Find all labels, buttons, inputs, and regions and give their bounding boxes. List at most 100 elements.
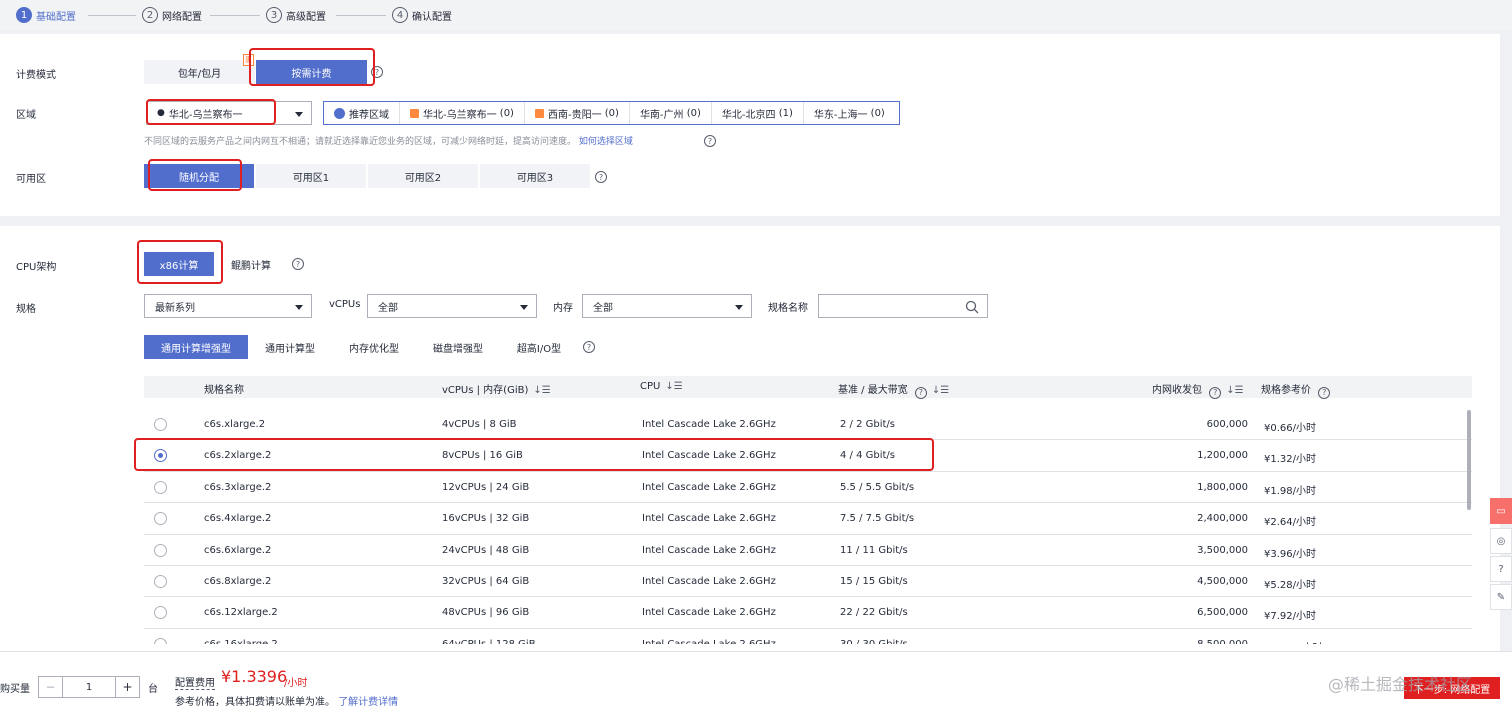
step-label: 基础配置 [36,11,76,23]
row-radio-button[interactable] [154,575,167,588]
col-price: 规格参考价 ? [1261,381,1331,399]
type-general-enhanced-tab[interactable]: 通用计算增强型 [144,335,248,359]
table-row[interactable]: c6s.16xlarge.2 64vCPUs | 128 GiB Intel Cas… [144,628,1472,644]
step-number: 4 [392,7,408,23]
table-row[interactable]: c6s.6xlarge.2 24vCPUs | 48 GiB Intel Casca… [144,534,1472,566]
region-help-link[interactable]: 如何选择区域 [579,137,633,147]
sort-icon: ↓☰ [533,385,551,396]
cpu-cell: Intel Cascade Lake 2.6GHz [642,481,776,493]
row-radio-button[interactable] [154,543,167,557]
region-tip: 不同区域的云服务产品之间内网互不相通；请就近选择靠近您业务的区域，可减少网络时延… [144,137,633,147]
table-row[interactable]: c6s.xlarge.2 4vCPUs | 8 GiB Intel Cascade … [144,409,1472,441]
type-highio-tab[interactable]: 超高I/O型 [506,335,572,359]
price-cell: ¥1.98/小时 [1264,485,1316,497]
step-4[interactable]: 4 确认配置 [392,6,452,24]
spec-name-cell: c6s.4xlarge.2 [204,513,272,525]
plus-button[interactable]: + [115,677,139,697]
chat-icon[interactable]: ▭ [1490,498,1512,524]
col-cpu[interactable]: CPU ↓☰ [640,381,683,392]
step-divider [210,15,260,16]
gift-icon [534,108,544,118]
step-1[interactable]: 1 基础配置 [16,6,76,24]
highlight-box [134,438,934,471]
memory-select[interactable]: 全部 [582,294,752,318]
col-vcpus-mem[interactable]: vCPUs | 内存(GiB) ↓☰ [442,381,551,396]
table-row[interactable]: c6s.12xlarge.2 48vCPUs | 96 GiB Intel Casc… [144,597,1472,629]
col-bandwidth[interactable]: 基准 / 最大带宽 ? ↓☰ [838,381,949,399]
region-tag[interactable]: 华东-上海一 (0) [804,102,895,124]
row-radio-button[interactable] [154,637,167,644]
step-label: 网络配置 [162,11,202,23]
region-tag[interactable]: 华南-广州 (0) [630,102,712,124]
vcpus-cell: 64vCPUs | 128 GiB [442,639,536,644]
spec-label: 规格 [16,304,36,315]
pps-cell: 3,500,000 [1197,544,1248,556]
col-pps[interactable]: 内网收发包 ? ↓☰ [1152,381,1244,399]
az-3-button[interactable]: 可用区3 [480,164,590,188]
help-icon[interactable]: ? [704,135,716,147]
region-label: 区域 [16,110,36,121]
pps-cell: 4,500,000 [1197,576,1248,587]
highlight-box [146,99,276,125]
bandwidth-cell: 11 / 11 Gbit/s [840,544,908,556]
quantity-unit: 台 [148,684,158,695]
table-row[interactable]: c6s.3xlarge.2 12vCPUs | 24 GiB Intel Casca… [144,471,1472,504]
region-tag[interactable]: 华北-乌兰察布一 (0) [400,102,525,124]
az-2-button[interactable]: 可用区2 [368,164,478,188]
vcpus-label: vCPUs [329,299,361,310]
watermark: @稀土掘金技术社区 [1328,675,1473,694]
step-divider [88,15,136,16]
spec-table-body: c6s.xlarge.2 4vCPUs | 8 GiB Intel Cascade … [144,398,1472,644]
edit-icon[interactable]: ✎ [1490,584,1512,610]
type-disk-tab[interactable]: 磁盘增强型 [422,335,494,359]
step-number: 2 [142,7,158,23]
pps-cell: 6,500,000 [1197,607,1248,619]
price-cell: ¥10.56/小时 [1264,639,1322,644]
table-row[interactable]: c6s.8xlarge.2 32vCPUs | 64 GiB Intel Casca… [144,566,1472,598]
help-icon[interactable]: ? [292,258,304,270]
row-radio-button[interactable] [154,480,167,494]
help-icon[interactable]: ? [583,341,595,353]
series-select[interactable]: 最新系列 [144,294,312,318]
highlight-box [137,240,223,284]
table-scrollbar[interactable] [1467,410,1471,510]
kunpeng-button[interactable]: 鲲鹏计算 [222,252,280,276]
spec-name-cell: c6s.12xlarge.2 [204,607,278,619]
step-2[interactable]: 2 网络配置 [142,6,202,24]
table-row[interactable]: c6s.4xlarge.2 16vCPUs | 32 GiB Intel Casca… [144,503,1472,535]
row-radio-button[interactable] [154,512,167,526]
bandwidth-cell: 5.5 / 5.5 Gbit/s [840,481,915,493]
vcpus-cell: 24vCPUs | 48 GiB [442,544,530,556]
row-radio-button[interactable] [154,418,167,431]
price-value: ¥1.3396 [221,667,288,686]
spec-table-header: 规格名称 vCPUs | 内存(GiB) ↓☰ CPU ↓☰ 基准 / 最大带宽 ?… [144,376,1472,399]
region-tag[interactable]: 西南-贵阳一 (0) [525,102,630,124]
pps-cell: 1,200,000 [1197,450,1248,462]
cost-label: 配置费用 [175,674,215,690]
step-3[interactable]: 3 高级配置 [266,6,326,24]
billing-details-link[interactable]: 了解计费详情 [338,697,398,708]
vcpus-select[interactable]: 全部 [367,294,537,318]
chevron-down-icon [295,305,303,310]
price-cell: ¥5.28/小时 [1264,580,1316,591]
price-cell: ¥3.96/小时 [1264,548,1316,560]
quantity-input[interactable]: 1 [63,677,115,697]
footer-bar: 购买量 − 1 + 台 配置费用 ¥1.3396 /小时 参考价格，具体扣费请以… [0,651,1512,711]
chevron-down-icon [735,305,743,310]
minus-button[interactable]: − [39,677,63,697]
type-memory-tab[interactable]: 内存优化型 [338,335,410,359]
region-tag[interactable]: 华北-北京四 (1) [712,102,804,124]
help-icon[interactable]: ? [595,171,607,183]
eye-icon[interactable]: ◎ [1490,528,1512,554]
row-radio-button[interactable] [154,606,167,620]
bandwidth-cell: 22 / 22 Gbit/s [840,607,908,619]
spec-name-search-input[interactable] [818,294,988,318]
vcpus-cell: 12vCPUs | 24 GiB [442,481,530,493]
step-divider [336,15,386,16]
question-icon[interactable]: ? [1490,556,1512,582]
sort-icon: ↓☰ [665,381,683,392]
step-label: 高级配置 [286,11,326,23]
type-general-tab[interactable]: 通用计算型 [254,335,326,359]
billing-yearly-button[interactable]: 包年/包月 [144,60,255,84]
az-1-button[interactable]: 可用区1 [256,164,366,188]
